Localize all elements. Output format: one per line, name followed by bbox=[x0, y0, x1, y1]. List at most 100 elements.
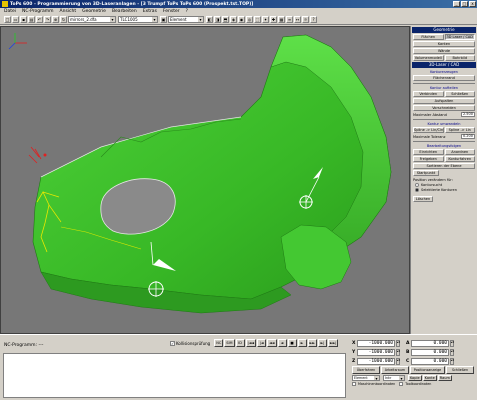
btn-rewind[interactable]: ◄◄ bbox=[267, 339, 277, 347]
zoom-icon[interactable]: ⊕ bbox=[52, 16, 59, 23]
btn-solid-model[interactable]: Volumenmodell bbox=[413, 55, 444, 61]
btn-surface-edge[interactable]: Flächenrand bbox=[413, 75, 475, 81]
btn-close-contour[interactable]: Schließen bbox=[444, 91, 475, 97]
btn-spline-lin[interactable]: Spline -> Lin bbox=[444, 127, 475, 133]
view-top-icon[interactable]: ⬒ bbox=[222, 16, 229, 23]
y-spin-icon[interactable]: ▴▾ bbox=[396, 348, 400, 356]
close-button[interactable]: x bbox=[469, 1, 476, 7]
rotate-icon[interactable]: ↻ bbox=[60, 16, 67, 23]
light-icon[interactable]: ☼ bbox=[302, 16, 309, 23]
c-coordinate-field[interactable]: 0.000 bbox=[411, 357, 449, 365]
machine-select[interactable]: TLC1005 bbox=[118, 16, 158, 23]
btn-back[interactable]: ◄ bbox=[277, 339, 287, 347]
menu-nc-programm[interactable]: NC-Programm bbox=[22, 9, 54, 14]
btn-pre-cut[interactable]: Vorschneiden bbox=[413, 105, 475, 111]
mode-select[interactable]: Element bbox=[352, 375, 380, 381]
y-coordinate-field[interactable]: -1000.000 bbox=[357, 348, 395, 356]
btn-release[interactable]: Freigeben bbox=[413, 156, 444, 162]
btn-copy[interactable]: Kopie bbox=[408, 375, 422, 381]
3d-viewport[interactable] bbox=[0, 26, 410, 334]
btn-delete[interactable]: Löschen bbox=[413, 196, 433, 202]
btn-split[interactable]: Aufspalten bbox=[413, 98, 475, 104]
btn-work-area[interactable]: Arbeitsraum bbox=[380, 366, 409, 374]
btn-last[interactable]: ►►| bbox=[327, 339, 339, 347]
btn-position-display[interactable]: Positionsanzeige bbox=[409, 366, 446, 374]
btn-first[interactable]: |◄◄ bbox=[245, 339, 257, 347]
btn-next-step[interactable]: ►| bbox=[317, 339, 327, 347]
nc-program-text-area[interactable] bbox=[3, 353, 346, 398]
menu-extras[interactable]: Extras bbox=[143, 9, 157, 14]
c-spin-icon[interactable]: ▴▾ bbox=[450, 357, 454, 365]
redo-icon[interactable]: ↷ bbox=[44, 16, 51, 23]
menu-fenster[interactable]: Fenster bbox=[163, 9, 180, 14]
x-spin-icon[interactable]: ▴▾ bbox=[396, 339, 400, 347]
btn-edges[interactable]: Kanten bbox=[413, 41, 475, 47]
btn-nc[interactable]: NC bbox=[214, 339, 224, 347]
shade-icon[interactable]: ◉ bbox=[238, 16, 245, 23]
a-spin-icon[interactable]: ▴▾ bbox=[450, 339, 454, 347]
print-icon[interactable]: ▤ bbox=[28, 16, 35, 23]
btn-spline-lin-circ[interactable]: Spline -> Lin/Circ bbox=[413, 127, 444, 133]
measure-icon[interactable]: ↔ bbox=[294, 16, 301, 23]
b-spin-icon[interactable]: ▴▾ bbox=[450, 348, 454, 356]
tool-coords-checkbox[interactable] bbox=[399, 382, 404, 386]
a-coordinate-field[interactable]: 0.000 bbox=[411, 339, 449, 347]
radio-contour-search[interactable]: Kontursucht bbox=[415, 183, 473, 187]
btn-connect[interactable]: Verbinden bbox=[413, 91, 444, 97]
btn-id[interactable]: ID bbox=[235, 339, 245, 347]
btn-3d-laser-cad[interactable]: 3D Laser / CAD bbox=[444, 34, 475, 40]
menu-bearbeiten[interactable]: Bearbeiten bbox=[112, 9, 137, 14]
menu-help[interactable]: ? bbox=[186, 9, 188, 14]
z-spin-icon[interactable]: ▴▾ bbox=[396, 357, 400, 365]
btn-contour-travel[interactable]: Konturfahren bbox=[444, 156, 475, 162]
3d-part-render[interactable] bbox=[1, 27, 410, 334]
fit-icon[interactable]: ⬚ bbox=[254, 16, 261, 23]
new-file-icon[interactable]: □ bbox=[4, 16, 11, 23]
radio-selected-contours[interactable]: Selektierte Konturen bbox=[415, 188, 473, 192]
increment-select[interactable]: Inkr bbox=[383, 375, 405, 381]
layer-icon[interactable]: ≡ bbox=[286, 16, 293, 23]
file-select[interactable]: mirrors_2.dfa bbox=[68, 16, 116, 23]
btn-space[interactable]: Raum bbox=[437, 375, 452, 381]
machine-coords-checkbox[interactable] bbox=[352, 382, 356, 386]
btn-arrange[interactable]: Anordnen bbox=[444, 149, 475, 155]
tool-icon[interactable]: ✚ bbox=[270, 16, 277, 23]
b-coordinate-field[interactable]: 0.000 bbox=[411, 348, 449, 356]
view-side-icon[interactable]: ◨ bbox=[214, 16, 221, 23]
grid-icon[interactable]: ▦ bbox=[278, 16, 285, 23]
max-tolerance-input[interactable]: 0.200 bbox=[461, 134, 475, 139]
btn-travel[interactable]: Überfahren bbox=[352, 366, 380, 374]
z-coordinate-field[interactable]: -1000.000 bbox=[357, 357, 395, 365]
btn-hole-pattern[interactable]: Bohrbild bbox=[444, 55, 475, 61]
laser-icon[interactable]: ✦ bbox=[262, 16, 269, 23]
minimize-button[interactable]: _ bbox=[453, 1, 460, 7]
open-folder-icon[interactable]: ▭ bbox=[12, 16, 19, 23]
btn-edge[interactable]: Kante bbox=[422, 375, 437, 381]
menu-datei[interactable]: Datei bbox=[4, 9, 16, 14]
btn-play[interactable]: ► bbox=[297, 339, 307, 347]
btn-sim[interactable]: SIM bbox=[224, 339, 235, 347]
btn-stop[interactable]: ■ bbox=[287, 339, 297, 347]
wireframe-icon[interactable]: ◎ bbox=[246, 16, 253, 23]
view-iso-icon[interactable]: ◈ bbox=[230, 16, 237, 23]
btn-sort-plane[interactable]: Sortieren der Ebene bbox=[413, 163, 475, 169]
collision-check-checkbox[interactable]: ✓ Kollisionsprüfung bbox=[170, 340, 210, 346]
machine-icon[interactable]: ▣ bbox=[160, 16, 167, 23]
undo-icon[interactable]: ↶ bbox=[36, 16, 43, 23]
btn-fast-forward[interactable]: ►► bbox=[307, 339, 317, 347]
btn-setup[interactable]: Einrichten bbox=[413, 149, 444, 155]
maximize-button[interactable]: □ bbox=[461, 1, 468, 7]
view-front-icon[interactable]: ◧ bbox=[206, 16, 213, 23]
btn-close-coords[interactable]: Schließen bbox=[446, 366, 474, 374]
btn-prev-step[interactable]: |◄ bbox=[257, 339, 267, 347]
menu-geometrie[interactable]: Geometrie bbox=[82, 9, 106, 14]
x-coordinate-field[interactable]: -1000.000 bbox=[357, 339, 395, 347]
element-select[interactable]: Element bbox=[168, 16, 204, 23]
save-icon[interactable]: ▪ bbox=[20, 16, 27, 23]
help-icon[interactable]: ? bbox=[310, 16, 317, 23]
menu-ansicht[interactable]: Ansicht bbox=[60, 9, 77, 14]
btn-walls[interactable]: Wände bbox=[413, 48, 475, 54]
max-distance-input[interactable]: 2.500 bbox=[461, 112, 475, 117]
btn-surfaces[interactable]: Flächen bbox=[413, 34, 444, 40]
btn-start-point[interactable]: Startpunkt bbox=[413, 170, 439, 176]
